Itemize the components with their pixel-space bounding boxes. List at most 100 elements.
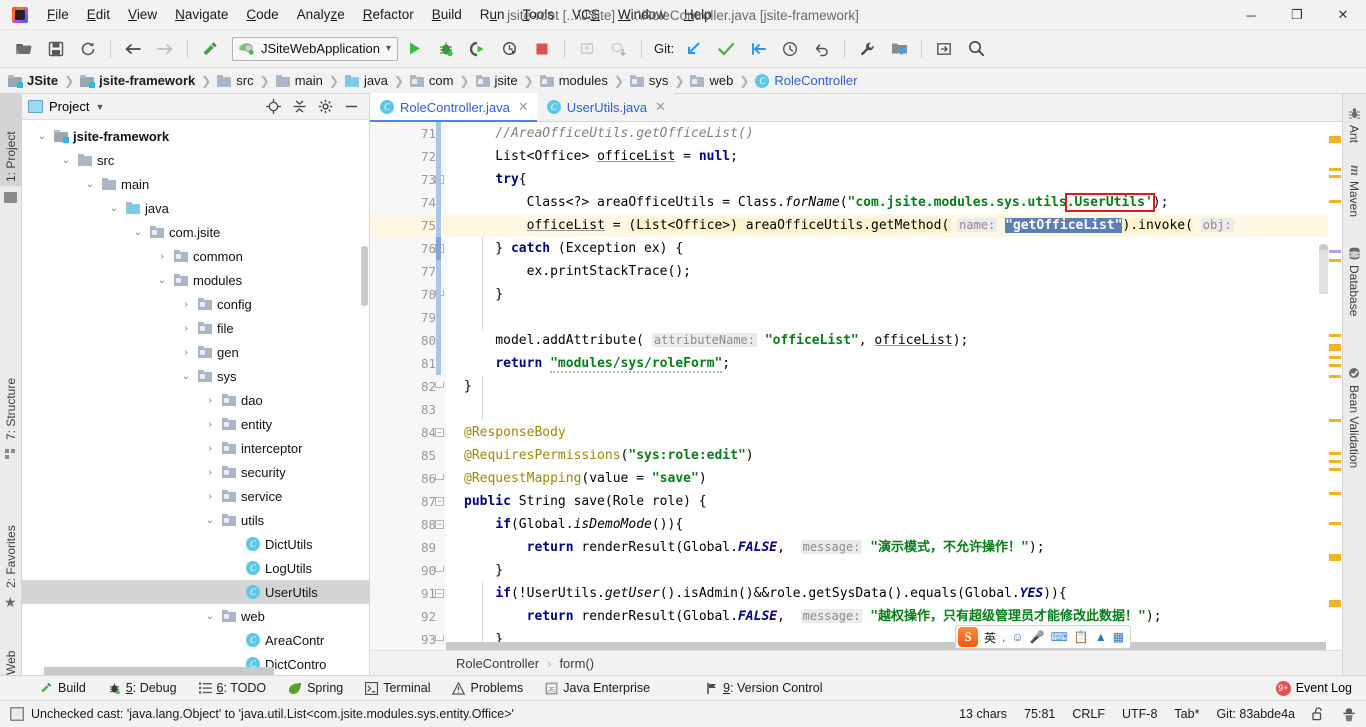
tree-node-com-jsite[interactable]: ⌄ com.jsite	[22, 220, 369, 244]
fold-end-icon[interactable]	[435, 474, 444, 480]
tree-twisty-down-icon[interactable]: ⌄	[107, 203, 121, 214]
code-line[interactable]: if(!UserUtils.getUser().isAdmin()&&role.…	[446, 582, 1342, 605]
fold-collapse-icon[interactable]: −	[435, 520, 444, 529]
code-line[interactable]: @ResponseBody	[446, 421, 1342, 444]
sidebar-item-bean-validation[interactable]: Bean Validation	[1342, 362, 1366, 473]
tool-window-version-control[interactable]: 9: Version Control	[695, 679, 833, 697]
editor-breadcrumb-class[interactable]: RoleController	[456, 656, 539, 671]
tree-twisty-right-icon[interactable]: ›	[203, 419, 217, 430]
maximize-button[interactable]: ❐	[1274, 0, 1320, 30]
collapse-all-icon[interactable]	[291, 99, 307, 115]
code-line[interactable]: List<Office> officeList = null;	[446, 145, 1342, 168]
menu-analyze[interactable]: Analyze	[288, 3, 354, 26]
push-icon[interactable]	[745, 36, 771, 62]
history-icon[interactable]	[777, 36, 803, 62]
tree-twisty-right-icon[interactable]: ›	[179, 347, 193, 358]
tree-twisty-down-icon[interactable]: ⌄	[59, 155, 73, 166]
breadcrumb-item-java[interactable]: java	[344, 73, 388, 88]
run-with-coverage-icon[interactable]	[465, 36, 491, 62]
code-line[interactable]: officeList = (List<Office>) areaOfficeUt…	[446, 214, 1342, 237]
code-line[interactable]: @RequiresPermissions("sys:role:edit")	[446, 444, 1342, 467]
sidebar-item-maven[interactable]: m Maven	[1342, 160, 1366, 222]
status-git-branch[interactable]: Git: 83abde4a	[1216, 707, 1295, 721]
fold-end-icon[interactable]	[435, 566, 444, 572]
build-hammer-icon[interactable]	[197, 36, 223, 62]
menu-window[interactable]: Window	[609, 3, 675, 26]
project-panel-scrollbar[interactable]	[361, 246, 368, 306]
open-folder-icon[interactable]	[11, 36, 37, 62]
breadcrumb-item-sys[interactable]: sys	[629, 73, 668, 88]
tool-window-terminal[interactable]: Terminal	[354, 679, 441, 697]
update-project-icon[interactable]	[681, 36, 707, 62]
tree-twisty-down-icon[interactable]: ⌄	[203, 515, 217, 526]
tree-twisty-down-icon[interactable]: ⌄	[179, 371, 193, 382]
unlocked-icon[interactable]	[1312, 707, 1325, 721]
tree-node-dictutils[interactable]: C DictUtils	[22, 532, 369, 556]
save-all-icon[interactable]	[43, 36, 69, 62]
menu-navigate[interactable]: Navigate	[166, 3, 237, 26]
locate-icon[interactable]	[265, 99, 281, 115]
code-line[interactable]: //AreaOfficeUtils.getOfficeList()	[446, 122, 1342, 145]
tree-node-main[interactable]: ⌄ main	[22, 172, 369, 196]
tree-node-gen[interactable]: › gen	[22, 340, 369, 364]
tree-node-src[interactable]: ⌄ src	[22, 148, 369, 172]
code-line[interactable]: return "modules/sys/roleForm";	[446, 352, 1342, 375]
menu-build[interactable]: Build	[423, 3, 471, 26]
menu-tools[interactable]: Tools	[514, 3, 564, 26]
chevron-down-icon[interactable]: ▾	[386, 43, 391, 54]
comma-icon[interactable]: ,	[1002, 630, 1005, 644]
fold-collapse-icon[interactable]: −	[435, 497, 444, 506]
breadcrumb-item-main[interactable]: main	[275, 73, 323, 88]
tree-node-areacontr[interactable]: C AreaContr	[22, 628, 369, 652]
code-line[interactable]: ex.printStackTrace();	[446, 260, 1342, 283]
menu-help[interactable]: Help	[675, 3, 721, 26]
debug-icon[interactable]	[433, 36, 459, 62]
tree-twisty-down-icon[interactable]: ⌄	[131, 227, 145, 238]
tool-window-problems[interactable]: Problems	[441, 679, 534, 697]
commit-icon[interactable]	[713, 36, 739, 62]
tree-node-config[interactable]: › config	[22, 292, 369, 316]
stop-icon[interactable]	[529, 36, 555, 62]
tree-node-logutils[interactable]: C LogUtils	[22, 556, 369, 580]
sidebar-item-project[interactable]: 1: Project	[0, 94, 22, 186]
tree-node-security[interactable]: › security	[22, 460, 369, 484]
menu-run[interactable]: Run	[471, 3, 514, 26]
status-message-area[interactable]: Unchecked cast: 'java.lang.Object' to 'j…	[0, 707, 514, 721]
tool-window-spring[interactable]: Spring	[277, 679, 354, 697]
clipboard-icon[interactable]: 📋	[1074, 630, 1089, 644]
hector-inspection-icon[interactable]	[1342, 707, 1356, 722]
code-line[interactable]: model.addAttribute( attributeName: "offi…	[446, 329, 1342, 352]
status-caret-position[interactable]: 75:81	[1024, 707, 1055, 721]
tab-userutils-java[interactable]: C UserUtils.java ✕	[536, 93, 674, 121]
menu-view[interactable]: View	[119, 3, 166, 26]
rollback-icon[interactable]	[809, 36, 835, 62]
editor-breadcrumb-method[interactable]: form()	[559, 656, 594, 671]
breadcrumb-item-jsite-pkg[interactable]: jsite	[475, 73, 518, 88]
tree-node-file[interactable]: › file	[22, 316, 369, 340]
menu-file[interactable]: File	[38, 3, 78, 26]
chevron-down-icon[interactable]: ▼	[95, 102, 104, 112]
tool-window-build[interactable]: Build	[28, 679, 97, 697]
tree-twisty-right-icon[interactable]: ›	[203, 443, 217, 454]
menu-edit[interactable]: Edit	[78, 3, 119, 26]
tree-node-utils[interactable]: ⌄ utils	[22, 508, 369, 532]
tree-twisty-right-icon[interactable]: ›	[155, 251, 169, 262]
status-encoding[interactable]: UTF-8	[1122, 707, 1157, 721]
editor-gutter[interactable]: 71 72 73 74 75 76 77 78 79 80 81 82 83 84 85 86 87 88 89 90…	[370, 122, 446, 650]
breadcrumb-item-jsite-framework[interactable]: jsite-framework	[80, 73, 195, 88]
code-line[interactable]: }	[446, 559, 1342, 582]
code-text[interactable]: //AreaOfficeUtils.getOfficeList() List<O…	[446, 122, 1342, 650]
status-line-separator[interactable]: CRLF	[1072, 707, 1105, 721]
hide-icon[interactable]	[343, 99, 359, 115]
minimize-button[interactable]: ─	[1228, 0, 1274, 30]
sidebar-item-web[interactable]: Web	[0, 629, 22, 679]
menu-vcs[interactable]: VCS	[563, 3, 609, 26]
run-icon[interactable]	[401, 36, 427, 62]
mic-icon[interactable]: 🎤	[1030, 630, 1045, 644]
tree-node-web[interactable]: ⌄ web	[22, 604, 369, 628]
breadcrumb-item-src[interactable]: src	[217, 73, 254, 88]
status-chars[interactable]: 13 chars	[959, 707, 1007, 721]
ime-toolbar[interactable]: S 英 , ☺ 🎤 ⌨ 📋 ▲ ▦	[955, 625, 1132, 649]
code-line[interactable]: public String save(Role role) {	[446, 490, 1342, 513]
tree-twisty-right-icon[interactable]: ›	[203, 395, 217, 406]
